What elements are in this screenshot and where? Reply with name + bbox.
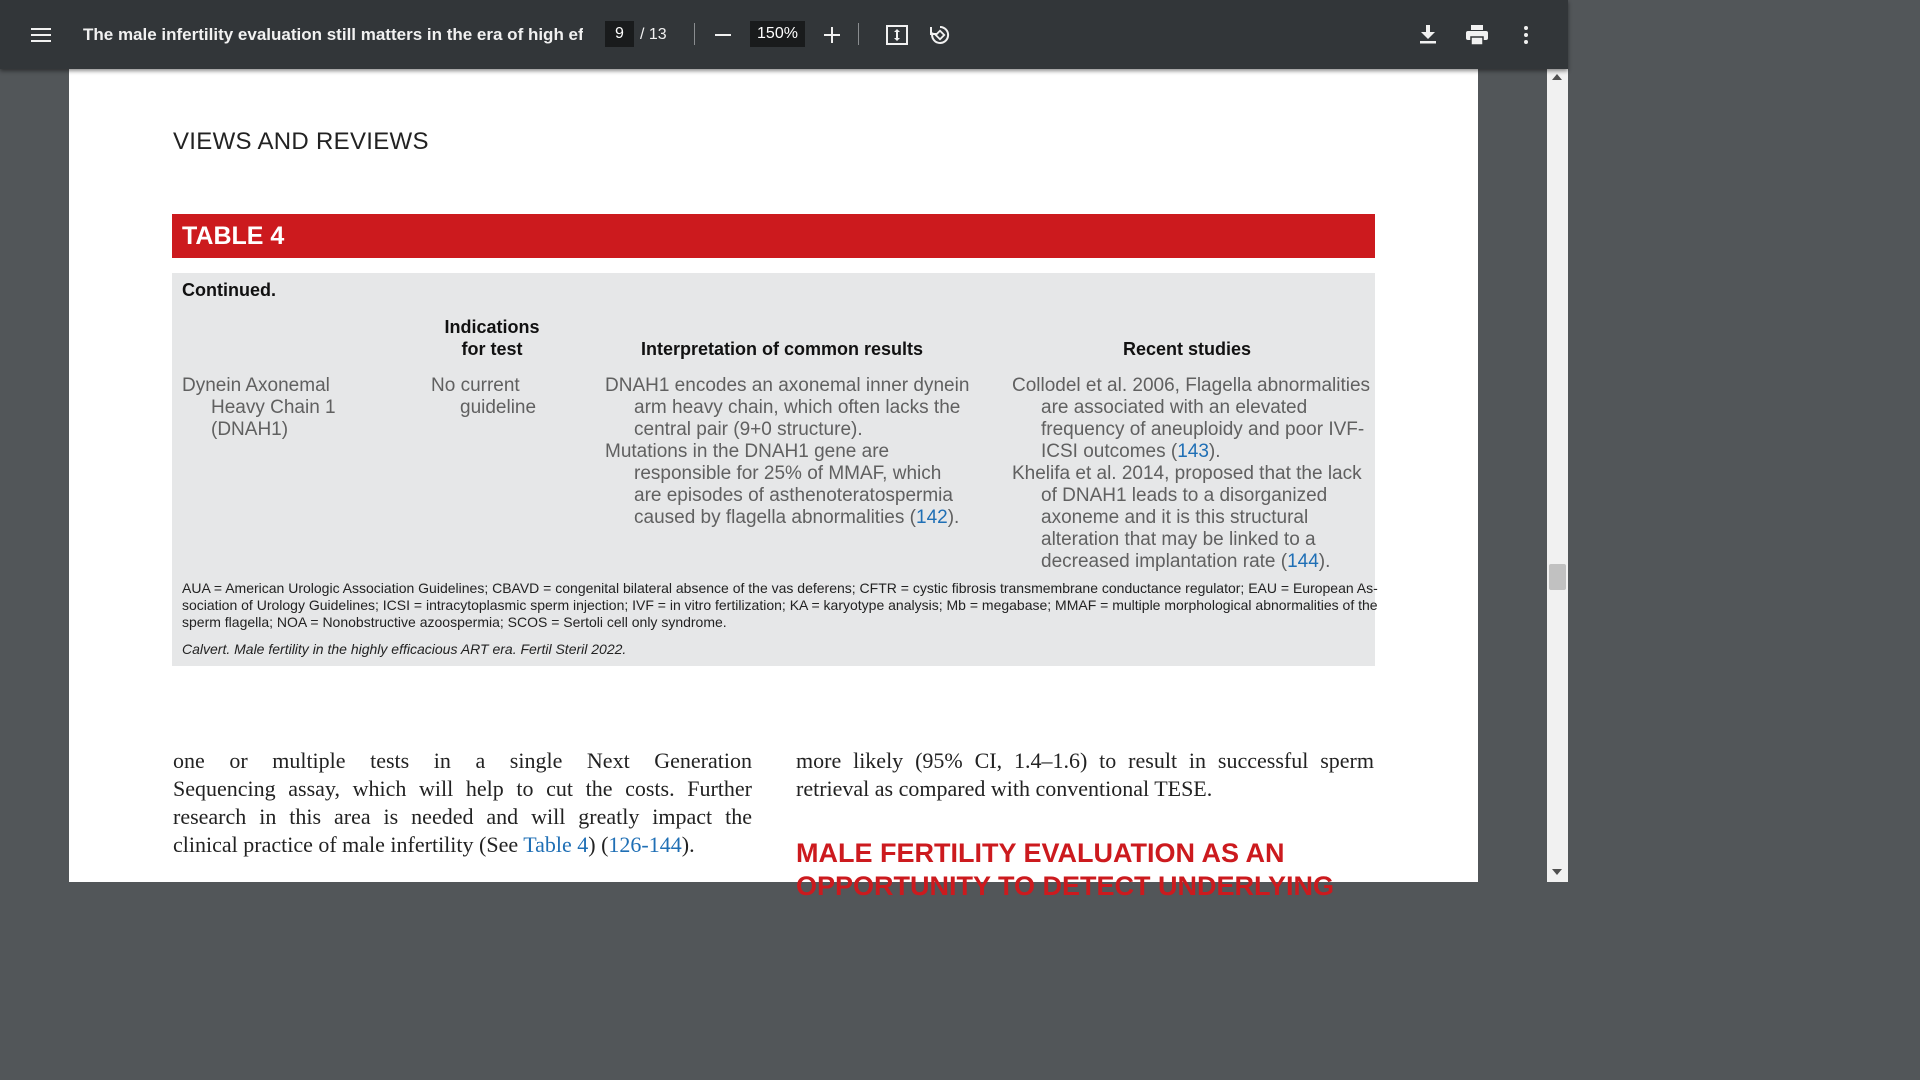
- body-right-column: more likely (95% CI, 1.4–1.6) to result …: [796, 747, 1374, 803]
- cell-line: are episodes of asthenoteratospermia: [634, 485, 953, 506]
- text-line: more likely (95% CI, 1.4–1.6) to result …: [796, 748, 1374, 773]
- toolbar-divider: [694, 23, 695, 45]
- header-line: for test: [461, 339, 523, 359]
- table-abbreviations: AUA = American Urologic Association Guid…: [182, 580, 1378, 631]
- document-title: The male infertility evaluation still ma…: [83, 25, 583, 44]
- page-total: / 13: [640, 26, 667, 43]
- reference-link[interactable]: 142: [916, 507, 948, 528]
- fit-page-icon: [886, 24, 908, 45]
- cell-test-name: Dynein Axonemal Heavy Chain 1 (DNAH1): [182, 375, 336, 441]
- cell-line: DNAH1 encodes an axonemal inner dynein: [605, 375, 970, 396]
- more-vert-icon: [1524, 25, 1528, 44]
- cell-line: guideline: [460, 397, 537, 418]
- toolbar-divider: [858, 23, 859, 45]
- cell-line: caused by flagella abnormalities (142).: [605, 507, 969, 529]
- print-button[interactable]: [1463, 0, 1491, 69]
- more-options-button[interactable]: [1512, 0, 1540, 69]
- cell-line: No current: [431, 375, 520, 396]
- abbrev-line: sociation of Urology Guidelines; ICSI = …: [182, 597, 1378, 613]
- rotate-icon: [930, 25, 950, 44]
- column-header-interpretation: Interpretation of common results: [640, 339, 924, 359]
- minus-icon: [715, 33, 731, 36]
- cell-line: alteration that may be linked to a: [1041, 529, 1316, 550]
- text-line: retrieval as compared with conventional …: [796, 776, 1213, 801]
- cell-text: ).: [1208, 441, 1221, 462]
- text-span: ) (: [588, 832, 609, 857]
- cell-text: caused by flagella abnormalities (: [634, 507, 916, 528]
- plus-icon: [824, 26, 840, 43]
- menu-button[interactable]: [23, 0, 59, 69]
- cell-line: Dynein Axonemal: [182, 375, 330, 396]
- cell-line: Collodel et al. 2006, Flagella abnormali…: [1012, 375, 1371, 396]
- heading-line: OPPORTUNITY TO DETECT UNDERLYING: [796, 871, 1335, 901]
- cell-text: decreased implantation rate (: [1041, 551, 1288, 572]
- scroll-up-arrow-icon[interactable]: [1552, 74, 1562, 80]
- cell-line: Heavy Chain 1: [211, 397, 336, 418]
- cell-line: responsible for 25% of MMAF, which: [634, 463, 942, 484]
- table-banner: TABLE 4: [172, 214, 1375, 258]
- header-line: Indications: [444, 317, 540, 337]
- cell-text: ).: [947, 507, 960, 528]
- text-span: clinical practice of male infertility (S…: [173, 832, 524, 857]
- text-line: Sequencing assay, which will help to cut…: [173, 776, 752, 801]
- zoom-in-button[interactable]: [817, 0, 847, 69]
- pdf-toolbar: The male infertility evaluation still ma…: [0, 0, 1568, 69]
- cell-line: arm heavy chain, which often lacks the: [634, 397, 961, 418]
- reference-link[interactable]: 144: [1287, 551, 1319, 572]
- rotate-button[interactable]: [925, 0, 955, 69]
- section-header: VIEWS AND REVIEWS: [173, 128, 429, 155]
- text-line: one or multiple tests in a single Next G…: [173, 748, 752, 773]
- heading-line: MALE FERTILITY EVALUATION AS AN: [796, 838, 1285, 868]
- table-continued-label: Continued.: [182, 280, 276, 300]
- cell-text: ).: [1318, 551, 1331, 572]
- table-citation: Calvert. Male fertility in the highly ef…: [182, 641, 627, 657]
- reference-link[interactable]: 143: [1177, 441, 1209, 462]
- cell-line: are associated with an elevated: [1041, 397, 1308, 418]
- reference-link[interactable]: 126-144: [608, 832, 681, 857]
- cell-interpretation: DNAH1 encodes an axonemal inner dynein a…: [605, 375, 969, 529]
- download-button[interactable]: [1414, 0, 1442, 69]
- cell-line: ICSI outcomes (143).: [1012, 441, 1370, 463]
- text-line: clinical practice of male infertility (S…: [173, 831, 752, 859]
- cell-line: Mutations in the DNAH1 gene are: [605, 441, 890, 462]
- zoom-input[interactable]: 150%: [750, 21, 805, 47]
- cell-indication: No current guideline: [431, 375, 536, 419]
- table-link[interactable]: Table 4: [523, 832, 588, 857]
- cell-line: (DNAH1): [211, 419, 289, 440]
- scrollbar-thumb[interactable]: [1549, 564, 1566, 590]
- zoom-out-button[interactable]: [708, 0, 738, 69]
- column-header-indications: Indications for test: [422, 316, 562, 360]
- cell-text: ICSI outcomes (: [1041, 441, 1178, 462]
- cell-line: axoneme and it is this structural: [1041, 507, 1309, 528]
- table-body: Continued. Indications for test Interpre…: [172, 273, 1378, 666]
- cell-line: Khelifa et al. 2014, proposed that the l…: [1012, 463, 1362, 484]
- scrollbar-track[interactable]: [1547, 69, 1568, 882]
- abbrev-line: sperm flagella; NOA = Nonobstructive azo…: [182, 614, 727, 630]
- cell-line: central pair (9+0 structure).: [634, 419, 863, 440]
- cell-line: frequency of aneuploidy and poor IVF-: [1041, 419, 1365, 440]
- abbrev-line: AUA = American Urologic Association Guid…: [182, 580, 1378, 596]
- pdf-page: VIEWS AND REVIEWS TABLE 4 Continued. Ind…: [69, 69, 1478, 901]
- page-number-input[interactable]: 9: [605, 21, 634, 47]
- menu-icon: [31, 27, 51, 42]
- cell-line: decreased implantation rate (144).: [1012, 551, 1370, 573]
- text-line: research in this area is needed and will…: [173, 804, 752, 829]
- column-header-recent-studies: Recent studies: [1122, 339, 1252, 359]
- cell-line: of DNAH1 leads to a disorganized: [1041, 485, 1328, 506]
- table-label: TABLE 4: [182, 222, 285, 250]
- cell-recent-studies: Collodel et al. 2006, Flagella abnormali…: [1012, 375, 1370, 573]
- download-icon: [1420, 25, 1436, 44]
- print-icon: [1466, 24, 1488, 45]
- scroll-down-arrow-icon[interactable]: [1552, 869, 1562, 875]
- body-left-column: one or multiple tests in a single Next G…: [173, 747, 752, 859]
- section-heading: MALE FERTILITY EVALUATION AS AN OPPORTUN…: [796, 837, 1334, 903]
- text-span: ).: [681, 832, 695, 857]
- fit-page-button[interactable]: [882, 0, 912, 69]
